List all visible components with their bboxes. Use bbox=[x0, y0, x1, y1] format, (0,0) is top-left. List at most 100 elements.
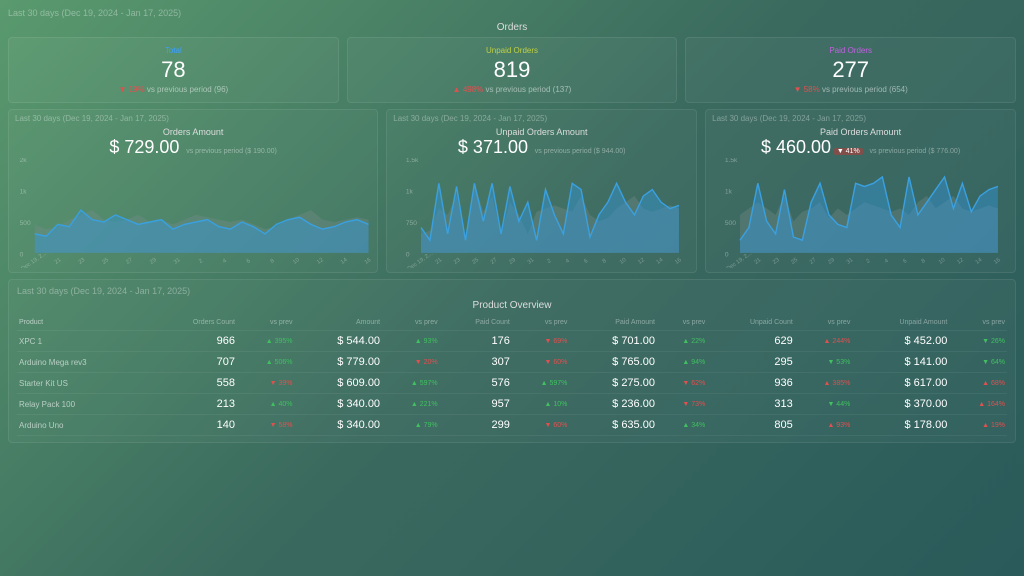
col-header[interactable]: Unpaid Amount bbox=[852, 315, 949, 331]
area-chart: 2k1k5000Dec 19, 2...21232527293124681012… bbox=[15, 158, 371, 268]
unpaid-amount-delta: ▲ 68% bbox=[949, 373, 1007, 394]
unpaid-amount: $ 370.00 bbox=[852, 394, 949, 415]
unpaid-delta: ▼ 53% bbox=[795, 352, 853, 373]
svg-text:Dec 19, 2...: Dec 19, 2... bbox=[726, 250, 754, 268]
orders-delta: ▲ 506% bbox=[237, 352, 295, 373]
svg-text:8: 8 bbox=[602, 258, 608, 265]
svg-text:23: 23 bbox=[78, 257, 87, 266]
col-header[interactable]: vs prev bbox=[795, 315, 853, 331]
svg-text:27: 27 bbox=[125, 257, 134, 266]
amount-delta: ▲ 79% bbox=[382, 415, 440, 436]
svg-text:4: 4 bbox=[222, 258, 228, 265]
paid-delta: ▲ 597% bbox=[512, 373, 570, 394]
amount-charts-row: Last 30 days (Dec 19, 2024 - Jan 17, 202… bbox=[8, 109, 1016, 273]
col-header[interactable]: vs prev bbox=[657, 315, 707, 331]
col-header[interactable]: vs prev bbox=[237, 315, 295, 331]
orders-count: 213 bbox=[151, 394, 237, 415]
paid-amount: $ 635.00 bbox=[569, 415, 657, 436]
unpaid-amount: $ 617.00 bbox=[852, 373, 949, 394]
col-header[interactable]: Paid Count bbox=[440, 315, 512, 331]
unpaid-count: 295 bbox=[707, 352, 795, 373]
product-name: Arduino Uno bbox=[17, 415, 151, 436]
orders-delta: ▼ 39% bbox=[237, 373, 295, 394]
orders-section: Last 30 days (Dec 19, 2024 - Jan 17, 202… bbox=[8, 8, 1016, 103]
col-header[interactable]: Amount bbox=[295, 315, 383, 331]
amount: $ 340.00 bbox=[295, 415, 383, 436]
svg-text:1.5k: 1.5k bbox=[406, 158, 419, 164]
order-card-2[interactable]: Paid Orders 277 ▼ 58% vs previous period… bbox=[685, 37, 1016, 103]
card-delta: ▼ 58% vs previous period (654) bbox=[694, 85, 1007, 94]
unpaid-delta: ▲ 385% bbox=[795, 373, 853, 394]
paid-count: 299 bbox=[440, 415, 512, 436]
paid-amount-delta: ▼ 73% bbox=[657, 394, 707, 415]
orders-count: 140 bbox=[151, 415, 237, 436]
svg-text:29: 29 bbox=[149, 257, 158, 266]
svg-text:Dec 19, 2...: Dec 19, 2... bbox=[21, 250, 49, 268]
svg-text:1k: 1k bbox=[406, 188, 414, 195]
svg-text:2: 2 bbox=[866, 258, 872, 265]
svg-text:500: 500 bbox=[725, 220, 736, 227]
amount-chart-1: Last 30 days (Dec 19, 2024 - Jan 17, 202… bbox=[386, 109, 697, 273]
col-header[interactable]: Orders Count bbox=[151, 315, 237, 331]
svg-text:31: 31 bbox=[173, 257, 182, 266]
card-delta: ▼ 19% vs previous period (96) bbox=[17, 85, 330, 94]
table-row[interactable]: Arduino Uno 140 ▼ 58% $ 340.00 ▲ 79% 299… bbox=[17, 415, 1007, 436]
card-value: 78 bbox=[17, 57, 330, 83]
unpaid-amount-delta: ▲ 164% bbox=[949, 394, 1007, 415]
unpaid-amount-delta: ▼ 26% bbox=[949, 331, 1007, 352]
table-row[interactable]: Relay Pack 100 213 ▲ 40% $ 340.00 ▲ 221%… bbox=[17, 394, 1007, 415]
table-row[interactable]: Arduino Mega rev3 707 ▲ 506% $ 779.00 ▼ … bbox=[17, 352, 1007, 373]
svg-text:27: 27 bbox=[809, 257, 818, 266]
col-header[interactable]: vs prev bbox=[382, 315, 440, 331]
col-header[interactable]: vs prev bbox=[949, 315, 1007, 331]
chart-period: Last 30 days (Dec 19, 2024 - Jan 17, 202… bbox=[15, 114, 371, 123]
svg-text:16: 16 bbox=[993, 257, 1002, 266]
col-header[interactable]: Paid Amount bbox=[569, 315, 657, 331]
svg-text:10: 10 bbox=[938, 257, 947, 266]
unpaid-count: 936 bbox=[707, 373, 795, 394]
svg-text:23: 23 bbox=[453, 257, 462, 266]
svg-text:29: 29 bbox=[827, 257, 836, 266]
chart-title: Paid Orders Amount bbox=[712, 127, 1009, 137]
svg-text:25: 25 bbox=[472, 257, 481, 266]
card-delta: ▲ 498% vs previous period (137) bbox=[356, 85, 669, 94]
svg-text:25: 25 bbox=[791, 257, 800, 266]
product-name: Relay Pack 100 bbox=[17, 394, 151, 415]
svg-text:14: 14 bbox=[340, 257, 349, 266]
table-row[interactable]: Starter Kit US 558 ▼ 39% $ 609.00 ▲ 597%… bbox=[17, 373, 1007, 394]
svg-text:6: 6 bbox=[246, 258, 252, 265]
product-name: Starter Kit US bbox=[17, 373, 151, 394]
unpaid-amount: $ 141.00 bbox=[852, 352, 949, 373]
svg-text:6: 6 bbox=[902, 258, 908, 265]
paid-count: 576 bbox=[440, 373, 512, 394]
area-chart: 1.5k1k7500Dec 19, 2...212325272931246810… bbox=[393, 158, 690, 268]
svg-text:21: 21 bbox=[435, 257, 444, 266]
amount-delta: ▲ 93% bbox=[382, 331, 440, 352]
svg-text:500: 500 bbox=[20, 220, 31, 227]
orders-delta: ▼ 58% bbox=[237, 415, 295, 436]
orders-delta: ▲ 40% bbox=[237, 394, 295, 415]
orders-count: 558 bbox=[151, 373, 237, 394]
col-header[interactable]: Product bbox=[17, 315, 151, 331]
amount-delta: ▼ 20% bbox=[382, 352, 440, 373]
svg-text:2: 2 bbox=[547, 258, 553, 265]
period-label-table: Last 30 days (Dec 19, 2024 - Jan 17, 202… bbox=[17, 286, 1007, 296]
svg-text:12: 12 bbox=[956, 257, 965, 266]
svg-text:23: 23 bbox=[772, 257, 781, 266]
svg-text:12: 12 bbox=[637, 257, 646, 266]
delta-badge: ▼ 41% bbox=[834, 148, 863, 155]
orders-count: 966 bbox=[151, 331, 237, 352]
col-header[interactable]: vs prev bbox=[512, 315, 570, 331]
paid-amount-delta: ▲ 34% bbox=[657, 415, 707, 436]
paid-amount: $ 701.00 bbox=[569, 331, 657, 352]
svg-text:10: 10 bbox=[292, 257, 301, 266]
chart-amount: $ 729.00 bbox=[109, 137, 179, 158]
svg-text:1k: 1k bbox=[725, 188, 733, 195]
col-header[interactable]: Unpaid Count bbox=[707, 315, 795, 331]
svg-text:12: 12 bbox=[316, 257, 325, 266]
svg-text:27: 27 bbox=[490, 257, 499, 266]
svg-text:8: 8 bbox=[921, 258, 927, 265]
table-row[interactable]: XPC 1 966 ▲ 395% $ 544.00 ▲ 93% 176 ▼ 69… bbox=[17, 331, 1007, 352]
order-card-0[interactable]: Total 78 ▼ 19% vs previous period (96) bbox=[8, 37, 339, 103]
order-card-1[interactable]: Unpaid Orders 819 ▲ 498% vs previous per… bbox=[347, 37, 678, 103]
